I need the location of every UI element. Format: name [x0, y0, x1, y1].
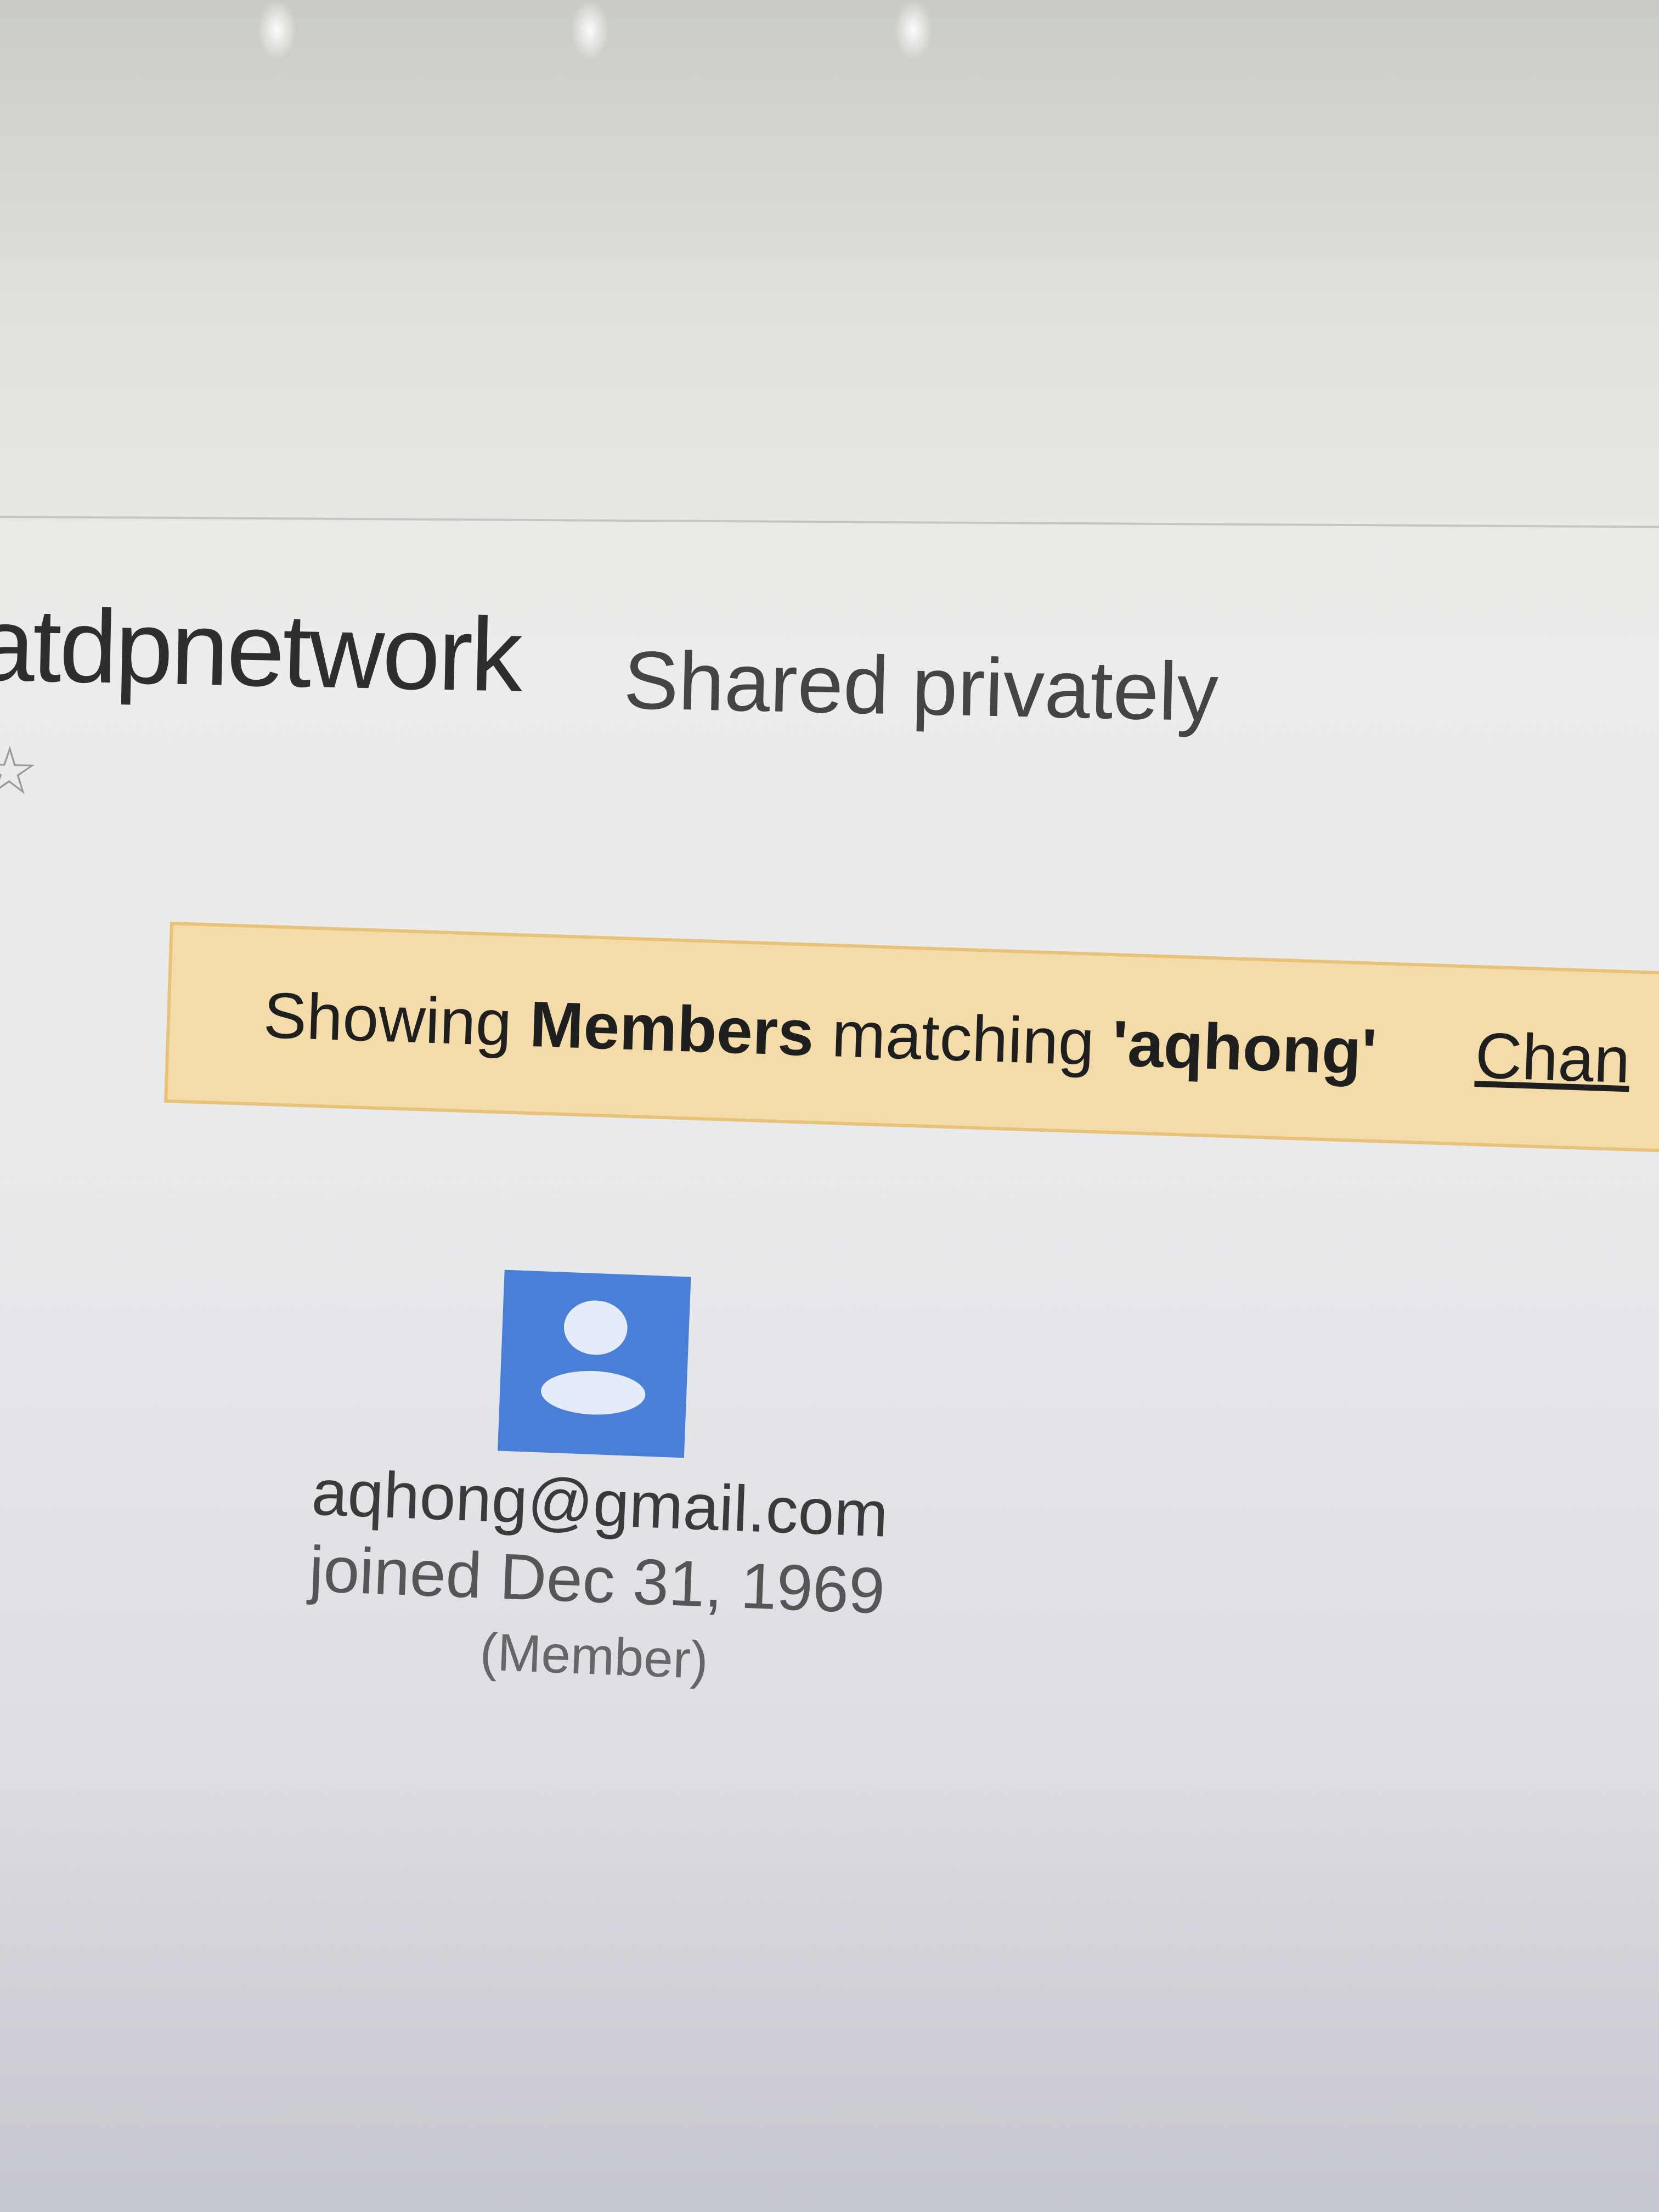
member-result[interactable]: aqhong@gmail.com joined Dec 31, 1969 (Me…	[277, 1262, 954, 1780]
group-name[interactable]: atdpnetwork	[0, 586, 522, 714]
member-email[interactable]: aqhong@gmail.com	[286, 1456, 914, 1550]
notice-prefix: Showing	[262, 979, 531, 1060]
notice-middle: matching	[812, 997, 1114, 1080]
group-header: atdpnetwork Shared privately ☆	[0, 586, 1658, 808]
bottom-shade	[0, 1810, 1659, 2212]
screen-glare	[258, 0, 296, 60]
window-top-area	[0, 0, 1659, 521]
person-icon	[541, 1300, 646, 1415]
search-filter-notice: Showing Members matching 'aqhong' Chan	[164, 922, 1659, 1154]
avatar[interactable]	[498, 1269, 691, 1458]
screen-glare	[894, 0, 933, 60]
star-icon[interactable]: ☆	[0, 733, 40, 808]
member-role: (Member)	[478, 1622, 709, 1690]
change-search-link[interactable]: Chan	[1474, 1019, 1631, 1097]
member-joined-date: joined Dec 31, 1969	[308, 1533, 887, 1628]
notice-query: 'aqhong'	[1111, 1007, 1378, 1089]
notice-entity: Members	[528, 988, 815, 1070]
notice-message: Showing Members matching 'aqhong'	[262, 979, 1378, 1089]
sharing-status[interactable]: Shared privately	[623, 634, 1219, 738]
screen-glare	[571, 0, 609, 60]
